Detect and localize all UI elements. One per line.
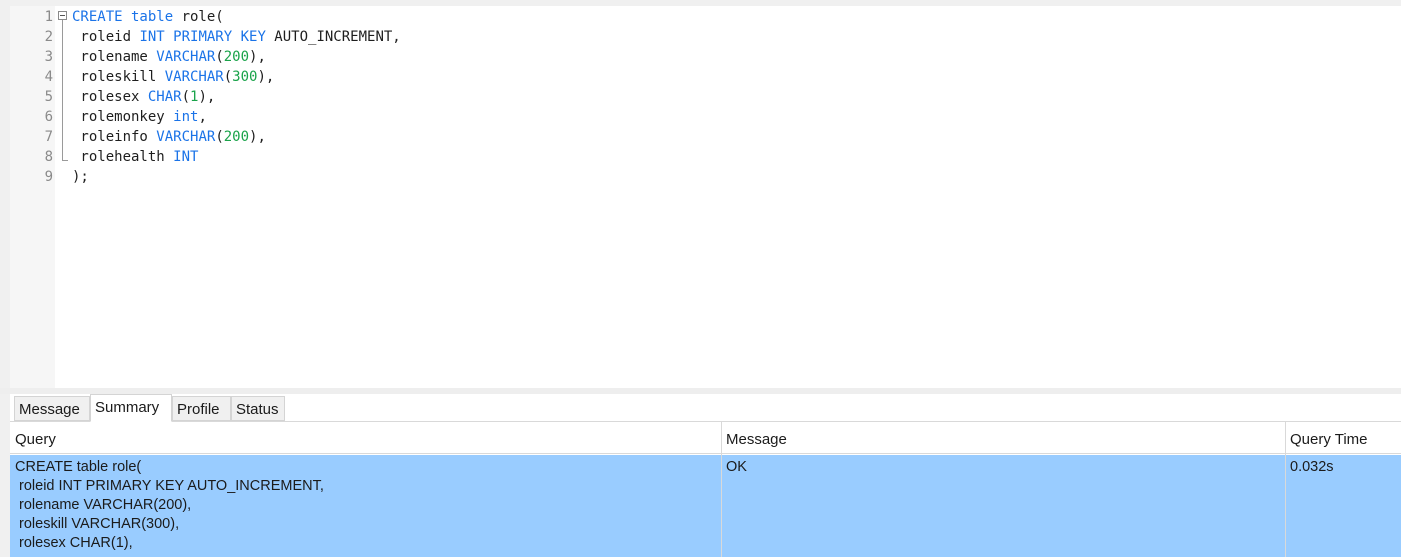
table-row[interactable]: CREATE table role( roleid INT PRIMARY KE…: [10, 455, 1401, 557]
column-header-query[interactable]: Query: [10, 422, 721, 454]
sql-text: role(: [181, 9, 224, 25]
sql-editor[interactable]: 1 2 3 4 5 6 7 8 9 CREATE table role( roleid INT …: [0, 0, 1401, 388]
sql-query-window: 1 2 3 4 5 6 7 8 9 CREATE table role( roleid INT …: [0, 0, 1401, 557]
sql-text: rolemonkey: [72, 109, 174, 125]
code-line[interactable]: rolehealth INT: [72, 147, 401, 167]
cell-query-time[interactable]: 0.032s: [1285, 458, 1401, 477]
line-number: 7: [44, 129, 53, 145]
line-number: 3: [44, 49, 53, 65]
editor-left-strip: [0, 0, 10, 388]
column-header-query-time[interactable]: Query Time: [1285, 422, 1401, 454]
sql-text: (: [215, 129, 224, 145]
sql-text: (: [181, 89, 191, 105]
column-divider[interactable]: [721, 422, 722, 557]
sql-text: roleskill: [72, 69, 165, 85]
sql-text: );: [72, 169, 89, 185]
line-number: 9: [44, 169, 53, 185]
line-number: 1: [44, 9, 53, 25]
tab-message[interactable]: Message: [14, 396, 90, 421]
sql-text: rolename: [72, 49, 157, 65]
sql-text: rolehealth: [72, 149, 174, 165]
line-number: 5: [44, 89, 53, 105]
sql-keyword: INT PRIMARY KEY: [139, 29, 266, 45]
sql-number: 300: [232, 69, 258, 85]
sql-text: roleid: [72, 29, 140, 45]
sql-text: roleinfo: [72, 129, 157, 145]
line-number: 8: [44, 149, 53, 165]
line-number: 4: [44, 69, 53, 85]
sql-text: ),: [198, 89, 216, 105]
summary-results-table: Query Message Query Time CREATE table ro…: [10, 422, 1401, 557]
sql-keyword: INT: [173, 149, 199, 165]
fold-guide-end: [62, 160, 68, 161]
table-header-row: Query Message Query Time: [10, 422, 1401, 454]
sql-text: ,: [198, 109, 207, 125]
code-line[interactable]: CREATE table role(: [72, 7, 401, 27]
line-number: 2: [44, 29, 53, 45]
sql-keyword: VARCHAR: [164, 69, 224, 85]
sql-text: AUTO_INCREMENT,: [265, 29, 401, 45]
sql-keyword: VARCHAR: [156, 49, 216, 65]
fold-guide-line: [62, 20, 63, 161]
sql-text: (: [215, 49, 224, 65]
tab-profile[interactable]: Profile: [172, 396, 231, 421]
code-lines[interactable]: CREATE table role( roleid INT PRIMARY KE…: [72, 7, 401, 187]
code-line[interactable]: rolemonkey int,: [72, 107, 401, 127]
sql-text: ),: [257, 69, 275, 85]
result-tab-bar: Message Summary Profile Status: [10, 394, 1401, 422]
sql-keyword: VARCHAR: [156, 129, 216, 145]
line-numbers: 1 2 3 4 5 6 7 8 9: [10, 7, 53, 187]
tab-summary[interactable]: Summary: [90, 394, 172, 422]
cell-message[interactable]: OK: [721, 458, 1285, 477]
sql-number: 200: [223, 129, 250, 145]
sql-text: ),: [249, 49, 266, 65]
sql-text: ),: [249, 129, 266, 145]
line-number: 6: [44, 109, 53, 125]
sql-keyword: CREATE table: [72, 9, 182, 25]
sql-text: (: [223, 69, 233, 85]
cell-query[interactable]: CREATE table role( roleid INT PRIMARY KE…: [10, 458, 721, 553]
sql-keyword: int: [173, 109, 199, 125]
code-line[interactable]: roleinfo VARCHAR(200),: [72, 127, 401, 147]
sql-text: rolesex: [72, 89, 148, 105]
column-header-message[interactable]: Message: [721, 422, 1285, 454]
sql-number: 200: [223, 49, 250, 65]
column-divider[interactable]: [1285, 422, 1286, 557]
fold-collapse-icon[interactable]: [58, 11, 67, 20]
code-line[interactable]: roleskill VARCHAR(300),: [72, 67, 401, 87]
tab-status[interactable]: Status: [231, 396, 285, 421]
code-line[interactable]: );: [72, 167, 401, 187]
code-line[interactable]: rolename VARCHAR(200),: [72, 47, 401, 67]
sql-keyword: CHAR: [147, 89, 182, 105]
code-line[interactable]: roleid INT PRIMARY KEY AUTO_INCREMENT,: [72, 27, 401, 47]
code-line[interactable]: rolesex CHAR(1),: [72, 87, 401, 107]
results-left-strip: [0, 394, 10, 557]
